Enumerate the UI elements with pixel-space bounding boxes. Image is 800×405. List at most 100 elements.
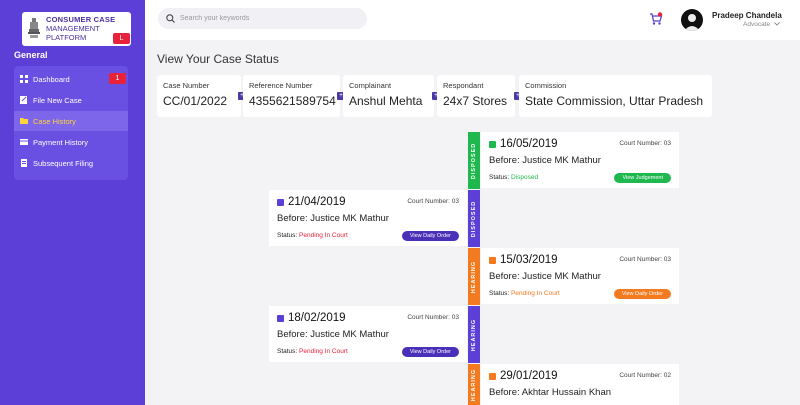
field-value: Anshul Mehta xyxy=(349,94,423,108)
sidebar-item-label: Dashboard xyxy=(33,74,70,84)
sidebar-item-label: Payment History xyxy=(33,137,89,147)
bench: Before: Justice MK Mathur xyxy=(277,329,389,340)
hearing-date: 18/02/2019 xyxy=(277,312,346,324)
complainant-field: Complainant Anshul Mehta xyxy=(343,75,434,117)
status-dot xyxy=(489,256,496,264)
before-label: Before: xyxy=(277,213,308,224)
field-label: Commission xyxy=(525,81,567,90)
status-line: Status: Pending In Court xyxy=(277,348,348,355)
sidebar-item-dashboard[interactable]: Dashboard 1 xyxy=(14,69,128,89)
chevron-down-icon xyxy=(774,22,780,26)
hearing-date: 21/04/2019 xyxy=(277,196,346,208)
judge-name: Justice MK Mathur xyxy=(522,271,601,282)
timeline-stage: HEARING xyxy=(468,364,480,405)
bench: Before: Justice MK Mathur xyxy=(489,271,601,282)
search-icon xyxy=(166,14,175,23)
status-line: Status: Pending In Court xyxy=(489,290,560,297)
status-dot xyxy=(277,198,284,206)
status-value: Pending In Court xyxy=(299,348,348,355)
timeline-stage: HEARING xyxy=(468,306,480,363)
field-label: Respondant xyxy=(443,81,484,90)
top-bar: Pradeep Chandela Advocate xyxy=(145,0,800,40)
timeline-stage-label: HEARING xyxy=(471,368,477,401)
hearing-date: 16/05/2019 xyxy=(489,138,558,150)
status-dot xyxy=(489,140,496,148)
hearing-card: 16/05/2019 Court Number: 03 Before: Just… xyxy=(481,132,679,188)
avatar[interactable] xyxy=(681,9,703,31)
hearing-date: 15/03/2019 xyxy=(489,254,558,266)
user-name: Pradeep Chandela xyxy=(712,11,782,20)
date-text: 18/02/2019 xyxy=(288,312,346,324)
logo-title-line1: CONSUMER CASE xyxy=(46,15,116,24)
judge-name: Akhtar Hussain Khan xyxy=(521,387,612,398)
timeline-stage: DISPOSED xyxy=(468,190,480,247)
user-role-dropdown[interactable]: Advocate xyxy=(743,21,780,28)
timeline-stage-label: DISPOSED xyxy=(471,142,477,179)
status-value: Disposed xyxy=(511,174,539,181)
field-value: 24x7 Stores xyxy=(443,94,508,108)
field-label: Complainant xyxy=(349,81,392,90)
date-text: 15/03/2019 xyxy=(500,254,558,266)
page-title: View Your Case Status xyxy=(157,52,279,66)
timeline-stage-label: HEARING xyxy=(471,260,477,293)
judge-name: Justice MK Mathur xyxy=(310,213,389,224)
view-daily-order-button[interactable]: View Daily Order xyxy=(401,347,459,357)
field-label: Case Number xyxy=(163,81,210,90)
logo-title-line2: MANAGEMENT xyxy=(46,24,100,33)
status-label: Status: xyxy=(489,290,510,297)
sidebar-item-case-history[interactable]: Case History xyxy=(14,111,128,131)
case-number-field: Case Number CC/01/2022 xyxy=(157,75,241,117)
bench: Before: Justice MK Mathur xyxy=(489,155,601,166)
hearing-card: 18/02/2019 Court Number: 03 Before: Just… xyxy=(269,306,467,362)
status-line: Status: Pending In Court xyxy=(277,232,348,239)
timeline-stage: HEARING xyxy=(468,248,480,305)
grid-icon xyxy=(20,75,28,83)
logo-title-line3: PLATFORM xyxy=(46,33,87,42)
court-number: Court Number: 03 xyxy=(619,140,671,147)
view-daily-order-button[interactable]: View Daily Order xyxy=(613,289,671,299)
view-judgement-button[interactable]: View Judgement xyxy=(614,173,671,183)
before-label: Before: xyxy=(489,271,520,282)
timeline-stage-label: HEARING xyxy=(471,318,477,351)
status-label: Status: xyxy=(277,232,298,239)
date-text: 29/01/2019 xyxy=(500,370,558,382)
folder-icon xyxy=(20,117,28,125)
date-text: 21/04/2019 xyxy=(288,196,346,208)
before-label: Before: xyxy=(489,387,520,398)
search-bar[interactable] xyxy=(158,8,367,29)
sidebar-item-file-new-case[interactable]: File New Case xyxy=(14,90,128,110)
bench: Before: Justice MK Mathur xyxy=(277,213,389,224)
sidebar-item-payment-history[interactable]: Payment History xyxy=(14,132,128,152)
date-text: 16/05/2019 xyxy=(500,138,558,150)
judge-name: Justice MK Mathur xyxy=(310,329,389,340)
timeline-stage-label: DISPOSED xyxy=(471,200,477,237)
reference-number-field: Reference Number 4355621589754 xyxy=(243,75,340,117)
status-line: Status: Disposed xyxy=(489,174,538,181)
status-label: Status: xyxy=(277,348,298,355)
field-label: Reference Number xyxy=(249,81,313,90)
sidebar-item-label: File New Case xyxy=(33,95,82,105)
sidebar: CONSUMER CASE MANAGEMENT PLATFORM L Gene… xyxy=(0,0,145,405)
court-number: Court Number: 03 xyxy=(407,314,459,321)
court-number: Court Number: 03 xyxy=(407,198,459,205)
before-label: Before: xyxy=(277,329,308,340)
court-number: Court Number: 03 xyxy=(619,256,671,263)
respondant-field: Respondant 24x7 Stores xyxy=(437,75,515,117)
hearing-date: 29/01/2019 xyxy=(489,370,558,382)
field-value: 4355621589754 xyxy=(249,94,336,108)
before-label: Before: xyxy=(489,155,520,166)
card-icon xyxy=(20,138,28,146)
sidebar-item-subsequent-filing[interactable]: Subsequent Filing xyxy=(14,153,128,173)
dashboard-badge: 1 xyxy=(109,73,126,84)
logo-badge: L xyxy=(113,33,130,44)
timeline-stage: DISPOSED xyxy=(468,132,480,189)
field-value: CC/01/2022 xyxy=(163,94,228,108)
cart-icon[interactable] xyxy=(649,12,663,26)
status-value: Pending In Court xyxy=(511,290,560,297)
search-input[interactable] xyxy=(180,15,350,22)
nav-heading: General xyxy=(14,50,48,60)
hearing-card: 21/04/2019 Court Number: 03 Before: Just… xyxy=(269,190,467,246)
view-daily-order-button[interactable]: View Daily Order xyxy=(401,231,459,241)
hearing-card: 15/03/2019 Court Number: 03 Before: Just… xyxy=(481,248,679,304)
nav-panel: Dashboard 1 File New Case Case History P… xyxy=(14,66,128,180)
